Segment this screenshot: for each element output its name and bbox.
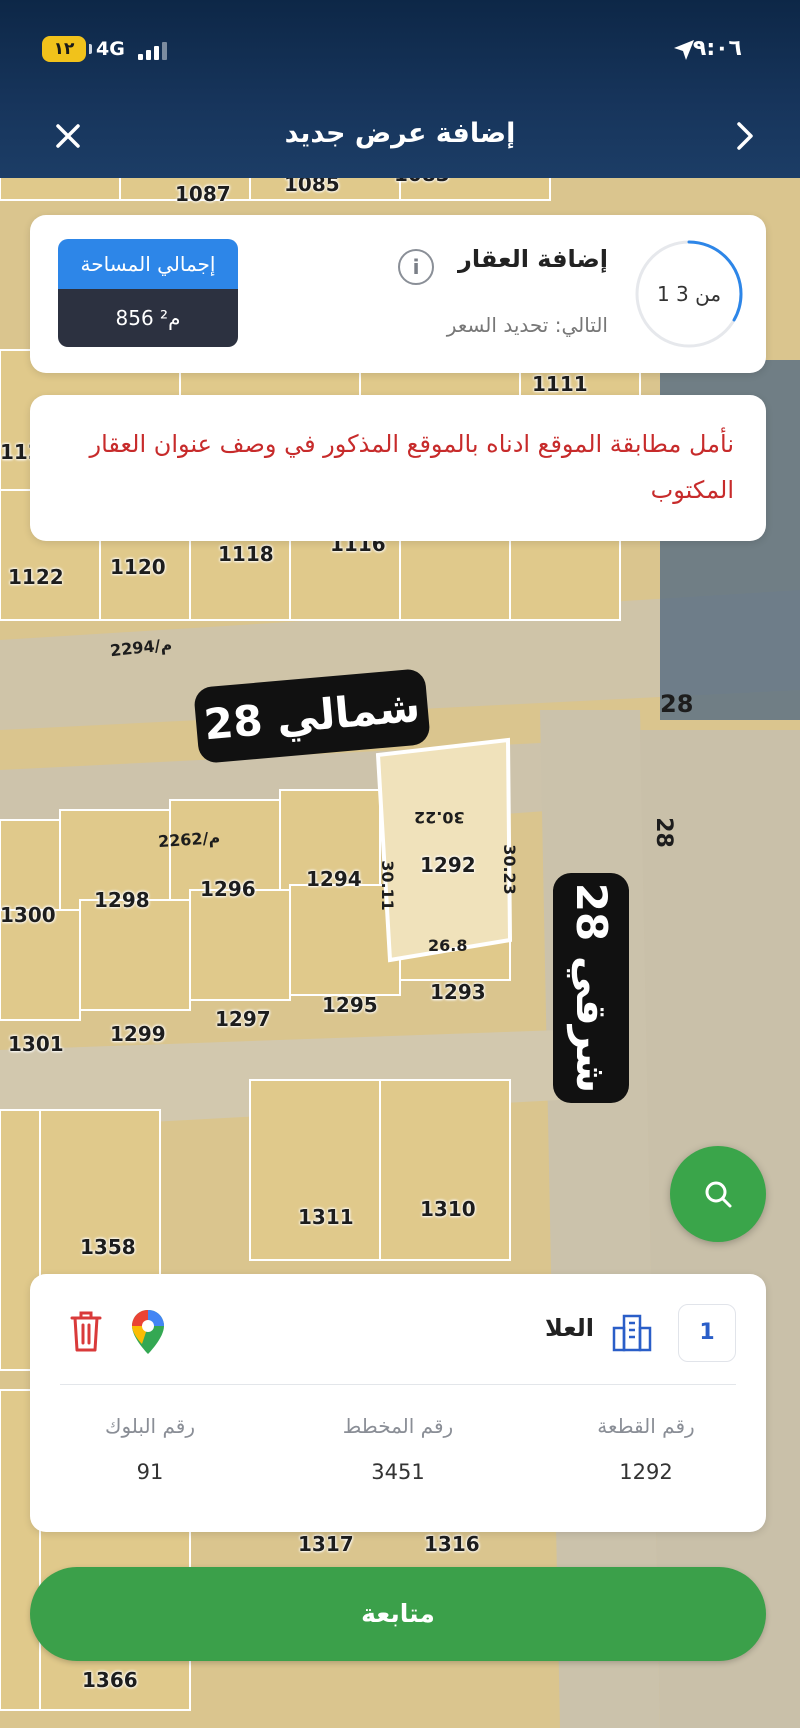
progress-text: 1 من 3 [656, 282, 722, 306]
next-step-text: التالي: تحديد السعر [446, 313, 608, 337]
map-search-button[interactable] [670, 1146, 766, 1242]
parcel-label: 1120 [110, 555, 166, 579]
parcel-label: 1358 [80, 1235, 136, 1259]
parcel-label: 1294 [306, 867, 362, 891]
info-icon[interactable]: i [398, 249, 434, 285]
warning-text: نأمل مطابقة الموقع ادناه بالموقع المذكور… [89, 430, 734, 504]
trash-icon[interactable] [66, 1308, 106, 1354]
parcel-label: 1296 [200, 877, 256, 901]
network-type: 4G [96, 38, 125, 60]
dimension-top: 30.22 [414, 808, 465, 827]
parcel-label: 1122 [8, 565, 64, 589]
title-bar: إضافة عرض جديد [0, 110, 800, 160]
parcel-label: 1366 [82, 1668, 138, 1692]
parcel-label: 1295 [322, 993, 378, 1017]
parcel-label: 1111 [532, 372, 588, 396]
dimension-left: 30.11 [377, 860, 397, 911]
parcel-label: 1316 [424, 1532, 480, 1556]
page-title: إضافة عرض جديد [284, 118, 516, 149]
plan-number-label: رقم المخطط [342, 1414, 454, 1438]
chevron-right-icon[interactable] [724, 116, 764, 156]
google-maps-pin-icon[interactable] [130, 1308, 166, 1356]
parcel-label: 1301 [8, 1032, 64, 1056]
parcel-label: 1292 [420, 853, 476, 877]
parcel-label: 1293 [430, 980, 486, 1004]
card-divider [60, 1384, 736, 1385]
search-icon [705, 1181, 732, 1208]
parcel-index-badge: 1 [678, 1304, 736, 1362]
parcel-label: 1299 [110, 1022, 166, 1046]
total-area-box: إجمالي المساحة 856 م² [58, 239, 238, 347]
parcel-label: 1118 [218, 542, 274, 566]
parcel-label: 1300 [0, 903, 56, 927]
road-marker: 28 [650, 817, 676, 848]
dimension-bottom: 26.8 [428, 936, 468, 955]
battery-indicator: ١٢ [42, 36, 92, 62]
block-number-field: رقم البلوك 91 [70, 1414, 230, 1484]
app-header: ١٢ 4G ٩:٠٦ إضافة عرض جديد [0, 0, 800, 178]
warning-card: نأمل مطابقة الموقع ادناه بالموقع المذكور… [30, 395, 766, 541]
plan-number-value: 3451 [371, 1460, 425, 1484]
building-icon [612, 1314, 652, 1352]
signal-icon [138, 40, 172, 60]
step-title: إضافة العقار [458, 245, 608, 273]
parcel-info-card: 1 العلا رقم القطعة 1292 رقم المخطط 3451 … [30, 1274, 766, 1532]
road-name-east: 28 شرقي [553, 873, 629, 1103]
parcel-label: 1087 [175, 182, 231, 206]
parcel-label: 1317 [298, 1532, 354, 1556]
block-number-label: رقم البلوك [104, 1414, 195, 1438]
plan-number-field: رقم المخطط 3451 [318, 1414, 478, 1484]
parcel-label: 1310 [420, 1197, 476, 1221]
status-bar: ١٢ 4G ٩:٠٦ [0, 34, 800, 68]
dimension-right: 30.23 [499, 844, 519, 895]
parcel-label: 1298 [94, 888, 150, 912]
road-marker: 28 [660, 690, 694, 718]
status-time: ٩:٠٦ [692, 36, 742, 61]
parcel-number-value: 1292 [619, 1460, 673, 1484]
step-card: 1 من 3 إضافة العقار i التالي: تحديد السع… [30, 215, 766, 373]
city-name: العلا [544, 1314, 594, 1342]
block-number-value: 91 [136, 1460, 164, 1484]
continue-button[interactable]: متابعة [30, 1567, 766, 1661]
parcel-label: 1311 [298, 1205, 354, 1229]
parcel-number-label: رقم القطعة [597, 1414, 695, 1438]
parcel-number-field: رقم القطعة 1292 [566, 1414, 726, 1484]
parcel-label: 1297 [215, 1007, 271, 1031]
total-area-label: إجمالي المساحة [58, 239, 238, 289]
total-area-value: 856 م² [58, 289, 238, 347]
